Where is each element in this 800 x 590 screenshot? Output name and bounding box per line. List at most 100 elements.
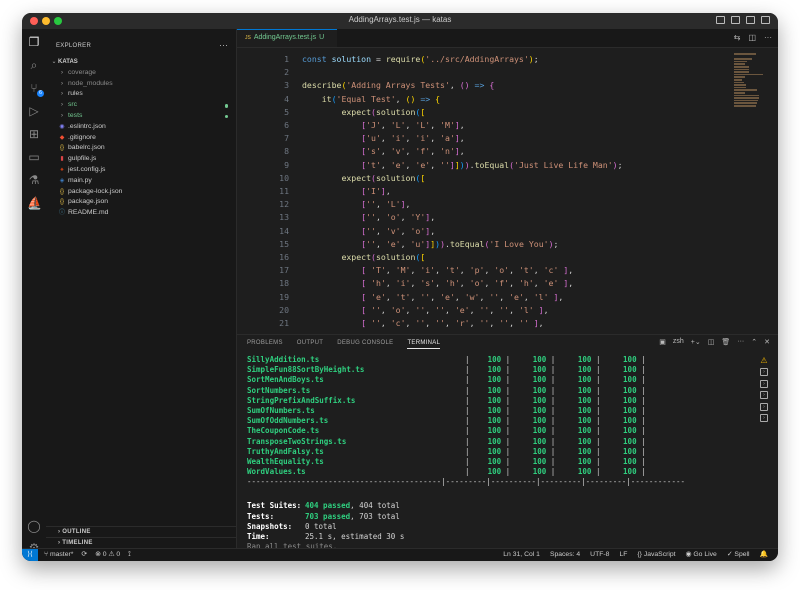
file-item[interactable]: {} package.json — [46, 197, 236, 208]
code-token: 'f' — [415, 146, 431, 157]
tab-output[interactable]: OUTPUT — [297, 340, 323, 349]
folder-item[interactable]: › src — [46, 100, 236, 111]
code-token: '' — [479, 318, 490, 328]
code-line: ['u', 'i', 'i', 'a'], — [302, 132, 465, 145]
language-mode[interactable]: {} JavaScript — [637, 549, 675, 561]
code-token: , — [523, 291, 534, 302]
remote-indicator-icon[interactable]: ⟩⟨ — [22, 549, 38, 561]
code-token: , — [400, 212, 411, 223]
search-icon[interactable]: ⌕ — [27, 58, 41, 72]
item-label: coverage — [68, 68, 96, 76]
tab-terminal[interactable]: TERMINAL — [407, 340, 441, 349]
minimap-line — [734, 99, 758, 102]
tab-debug-console[interactable]: DEBUG CONSOLE — [337, 340, 393, 349]
terminal-shell-label[interactable]: zsh — [673, 338, 684, 346]
column-separator: | — [465, 355, 488, 364]
file-item[interactable]: ◉ .eslintrc.json — [46, 122, 236, 133]
code-token: , — [405, 159, 416, 170]
code-token: 'l' — [518, 304, 534, 315]
toggle-panel-icon[interactable] — [731, 16, 740, 24]
column-separator: | — [636, 426, 646, 436]
column-separator: | — [546, 456, 578, 466]
timeline-section[interactable]: › TIMELINE — [46, 537, 236, 548]
terminal-instance-icon[interactable]: › — [760, 391, 768, 400]
split-editor-icon[interactable]: ◫ — [748, 33, 756, 42]
terminal-instance-icon[interactable]: › — [760, 413, 768, 422]
go-live-button[interactable]: ◉ Go Live — [686, 549, 717, 561]
more-actions-icon[interactable]: ··· — [219, 40, 228, 50]
vscode-window: AddingArrays.test.js — katas ❐ ⌕ ⑂ 6 ▷ ⊞ … — [22, 13, 778, 561]
terminal-instance-icon[interactable]: › — [760, 402, 768, 411]
source-control-icon[interactable]: ⑂ 6 — [27, 81, 44, 97]
coverage-value: 100 — [532, 426, 547, 436]
indentation[interactable]: Spaces: 4 — [550, 549, 580, 561]
close-panel-icon[interactable]: ✕ — [764, 338, 770, 346]
toggle-secondary-sidebar-icon[interactable] — [746, 16, 755, 24]
file-item[interactable]: ◈ main.py — [46, 176, 236, 187]
workspace-root[interactable]: ⌄KATAS — [46, 57, 236, 68]
code-token: , — [430, 120, 441, 130]
toggle-sidebar-icon[interactable] — [716, 16, 725, 24]
coverage-value: 100 — [577, 426, 592, 436]
outline-section[interactable]: › OUTLINE — [46, 526, 236, 537]
summary-total: , 404 total — [350, 501, 400, 511]
file-item[interactable]: ⓘ README.md — [46, 208, 236, 219]
remote-explorer-icon[interactable]: ▭ — [27, 150, 41, 164]
warning-icon[interactable]: ⚠ — [760, 357, 768, 365]
chevron-right-icon: › — [61, 80, 63, 87]
file-item[interactable]: {} babelrc.json — [46, 143, 236, 154]
explorer-icon[interactable]: ❐ — [27, 35, 41, 49]
testing-icon[interactable]: ⚗ — [27, 173, 41, 187]
more-actions-icon[interactable]: ··· — [737, 338, 744, 346]
git-branch[interactable]: ⑂ master* — [44, 549, 73, 561]
new-terminal-icon[interactable]: +⌄ — [691, 338, 701, 346]
problems-indicator[interactable]: ⊗ 0 ⚠ 0 — [95, 549, 120, 561]
account-icon[interactable]: ◯ — [27, 519, 41, 533]
cursor-position[interactable]: Ln 31, Col 1 — [503, 549, 540, 561]
code-token: solution — [375, 252, 416, 262]
folder-item[interactable]: › tests — [46, 111, 236, 122]
folder-item[interactable]: › coverage — [46, 68, 236, 79]
spell-check[interactable]: ✓ Spell — [727, 549, 750, 561]
minimap-line — [734, 97, 759, 99]
split-terminal-icon[interactable]: ◫ — [708, 338, 715, 346]
file-item[interactable]: {} package-lock.json — [46, 187, 236, 198]
panel-actions: ▣ zsh +⌄ ◫ 🗑 ··· ⌃ ✕ — [659, 338, 770, 346]
end-of-line[interactable]: LF — [619, 549, 627, 561]
code-token: , — [375, 199, 386, 210]
encoding[interactable]: UTF-8 — [590, 549, 609, 561]
customize-layout-icon[interactable] — [761, 16, 770, 24]
ports-icon[interactable]: ⟟ — [128, 549, 131, 561]
extensions-icon[interactable]: ⊞ — [27, 127, 41, 141]
line-number: 11 — [279, 186, 289, 196]
code-token: , — [499, 291, 510, 302]
open-changes-icon[interactable]: ⇆ — [734, 33, 741, 42]
file-item[interactable]: ◆ .gitignore — [46, 133, 236, 144]
minimap[interactable] — [732, 53, 766, 113]
file-item[interactable]: ▮ gulpfile.js — [46, 154, 236, 165]
run-debug-icon[interactable]: ▷ — [27, 104, 41, 118]
code-editor[interactable]: 1 const solution = require('../src/Adding… — [237, 53, 757, 343]
sync-icon[interactable]: ⟳ — [81, 549, 87, 561]
code-token: , — [484, 265, 495, 276]
tab-problems[interactable]: PROBLEMS — [247, 340, 283, 349]
code-token: 's' — [366, 146, 381, 157]
folder-item[interactable]: › node_modules — [46, 79, 236, 90]
maximize-panel-icon[interactable]: ⌃ — [751, 338, 757, 346]
notifications-icon[interactable]: 🔔 — [760, 549, 768, 561]
terminal-output[interactable]: SillyAddition.ts | 100 | 100 | 100 | 100 … — [247, 355, 737, 561]
minimap-line — [734, 84, 747, 86]
folder-item[interactable]: › rules — [46, 89, 236, 100]
python-icon: ◈ — [59, 177, 65, 184]
more-actions-icon[interactable]: ··· — [764, 33, 772, 42]
terminal-instance-icon[interactable]: › — [760, 368, 768, 377]
coverage-value: 100 — [623, 456, 637, 466]
terminal-instance-icon[interactable]: › — [760, 379, 768, 388]
docker-icon[interactable]: ⛵ — [27, 196, 42, 210]
coverage-value: 100 — [487, 436, 502, 446]
file-item[interactable]: ♠ jest.config.js — [46, 165, 236, 176]
coverage-value: 100 — [487, 416, 502, 426]
tab-addingarrays-test[interactable]: JS AddingArrays.test.js U — [237, 29, 337, 47]
code-token: 'f' — [494, 278, 510, 289]
kill-terminal-icon[interactable]: 🗑 — [721, 338, 730, 346]
